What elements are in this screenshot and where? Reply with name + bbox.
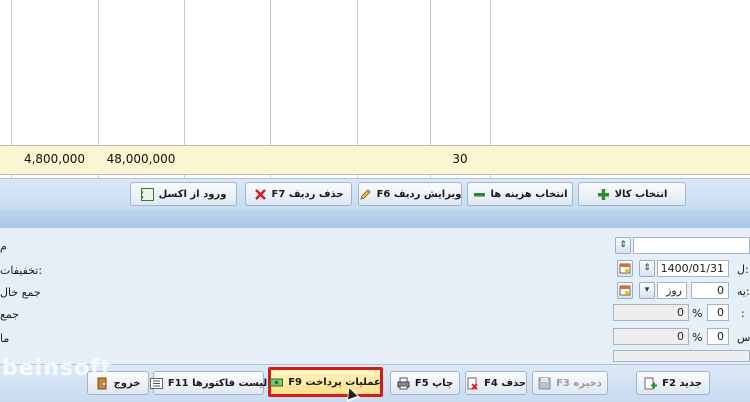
- percent-amount-field-1[interactable]: 0: [613, 304, 689, 321]
- items-grid[interactable]: 4,800,000 48,000,000 30: [0, 0, 750, 178]
- section-strip: [0, 210, 750, 228]
- percent-row-label-1: :: [741, 307, 745, 320]
- total-cell-quantity: 30: [452, 152, 468, 166]
- select-item-button[interactable]: انتخاب کالا: [578, 182, 686, 206]
- spin-updown-icon[interactable]: ⇕: [615, 237, 631, 254]
- percent-amount-field-2[interactable]: 0: [613, 328, 689, 345]
- delete-label: حذف F4: [484, 377, 526, 389]
- delete-row-button[interactable]: حذف ردیف F7: [245, 182, 352, 206]
- excel-icon: X: [137, 187, 154, 201]
- invoice-list-button[interactable]: لیست فاکتورها F11: [149, 371, 268, 395]
- top-right-field[interactable]: [633, 237, 750, 254]
- cash-icon: [270, 376, 284, 389]
- days-field[interactable]: 0: [691, 282, 729, 299]
- percent-field-1[interactable]: 0: [707, 304, 729, 321]
- percent-row-label-2: س:: [737, 331, 750, 344]
- discounts-label: تخفیفات:: [0, 264, 43, 277]
- minus-icon: [473, 188, 486, 201]
- plus-icon: [597, 188, 610, 201]
- unit-select[interactable]: روز: [657, 282, 687, 299]
- new-doc-icon: [644, 377, 658, 390]
- delete-doc-icon: [466, 377, 479, 390]
- payment-label: عملیات پرداخت F9: [288, 376, 381, 388]
- print-button[interactable]: چاپ F5: [390, 371, 460, 395]
- calendar-icon[interactable]: [617, 260, 633, 277]
- delete-row-label: حذف ردیف F7: [271, 188, 344, 200]
- delete-x-icon: [254, 188, 267, 201]
- total-label: جمع: [0, 308, 20, 321]
- percent-field-2[interactable]: 0: [707, 328, 729, 345]
- payment-operations-button[interactable]: عملیات پرداخت F9: [268, 367, 383, 397]
- edit-row-label: ویرایش ردیف F6: [376, 188, 462, 200]
- invoice-list-label: لیست فاکتورها F11: [167, 377, 268, 389]
- calendar-icon[interactable]: [617, 282, 633, 299]
- save-label: ذخیره F3: [556, 377, 602, 389]
- new-button[interactable]: جدید F2: [636, 371, 710, 395]
- print-label: چاپ F5: [414, 377, 454, 389]
- duration-label: یه:: [737, 285, 750, 298]
- bottom-action-bar: خروج لیست فاکتورها F11 عملیات پرداخت F9 …: [0, 364, 750, 402]
- printer-icon: [397, 377, 410, 390]
- summary-label-1: م: [0, 240, 7, 253]
- chevron-down-icon[interactable]: ▾: [639, 282, 655, 299]
- save-button[interactable]: ذخیره F3: [532, 371, 608, 395]
- exit-label: خروج: [113, 377, 141, 389]
- date-spin-icon[interactable]: ⇕: [639, 260, 655, 277]
- pencil-icon: [359, 188, 372, 201]
- list-icon: [149, 377, 163, 390]
- date-label: ل:: [737, 263, 749, 276]
- total-cell-amount-2: 48,000,000: [106, 152, 176, 166]
- percent-sign: %: [692, 307, 703, 320]
- total-cell-amount-1: 4,800,000: [23, 152, 86, 166]
- svg-text:X: X: [141, 191, 144, 201]
- grid-toolbar: ورود از اکسل X حذف ردیف F7 ویرایش ردیف F…: [0, 178, 750, 210]
- date-field[interactable]: 1400/01/31: [657, 260, 729, 277]
- floppy-disk-icon: [538, 377, 551, 390]
- percent-sign: %: [692, 331, 703, 344]
- new-label: جدید F2: [662, 377, 702, 389]
- select-cost-label: انتخاب هزینه ها: [490, 188, 568, 200]
- delete-button[interactable]: حذف F4: [465, 371, 527, 395]
- select-item-label: انتخاب کالا: [614, 188, 668, 200]
- invoice-summary-form: م تخفیفات: جمع خال جمع ما ⇕ ⇕ 1400/01/31…: [0, 228, 750, 364]
- edit-row-button[interactable]: ویرایش ردیف F6: [358, 182, 462, 206]
- select-cost-button[interactable]: انتخاب هزینه ها: [467, 182, 573, 206]
- import-excel-button[interactable]: ورود از اکسل X: [130, 182, 237, 206]
- watermark-logo: beinsoft: [2, 356, 113, 381]
- net-total-label: جمع خال: [0, 286, 41, 299]
- bottom-readonly-field: [613, 350, 750, 362]
- import-excel-label: ورود از اکسل: [158, 188, 227, 200]
- remaining-label: ما: [0, 332, 10, 345]
